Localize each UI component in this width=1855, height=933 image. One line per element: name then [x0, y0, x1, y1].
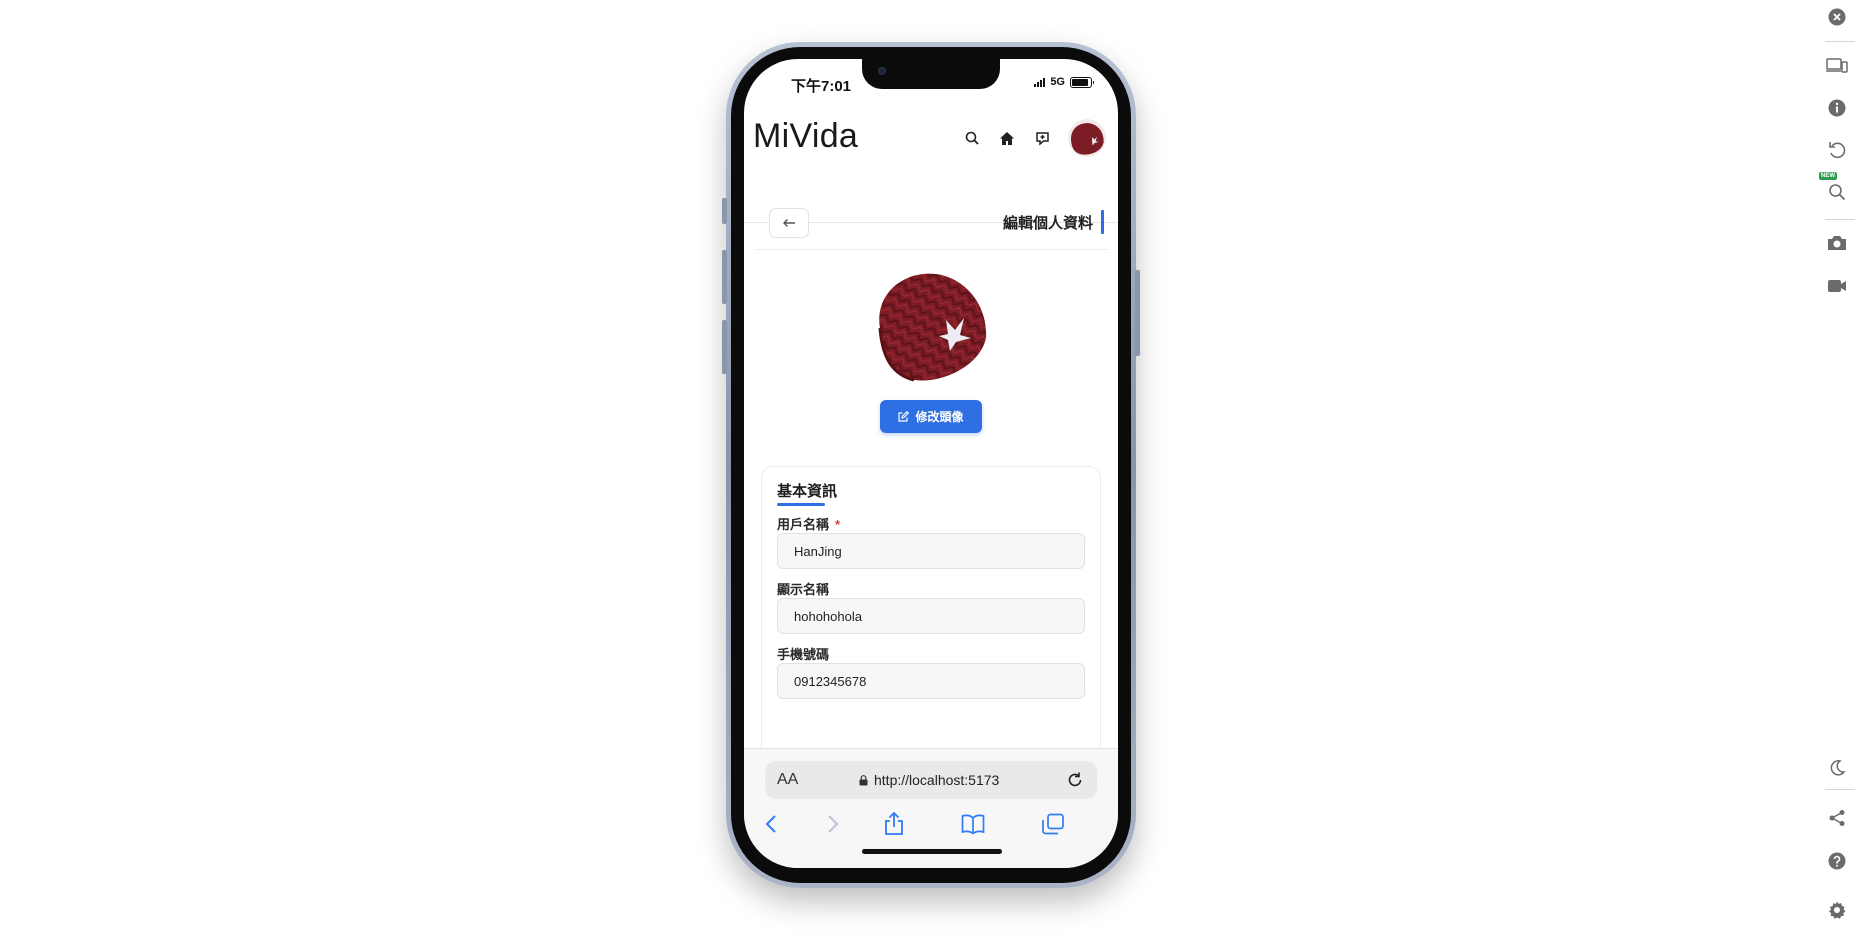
rail-divider [1825, 219, 1855, 220]
profile-avatar-image [868, 262, 994, 388]
username-label: 用戶名稱 * [777, 514, 840, 533]
display-name-label: 顯示名稱 [777, 582, 830, 597]
forward-nav-icon[interactable] [820, 811, 846, 837]
tool-rail: NEW [1815, 0, 1855, 933]
address-bar[interactable]: AA http://localhost:5173 [765, 761, 1097, 799]
aa-label: AA [777, 771, 799, 788]
devices-icon[interactable] [1825, 54, 1849, 78]
phone-label: 手機號碼 [777, 647, 830, 662]
new-badge: NEW [1819, 172, 1837, 180]
required-mark: * [835, 517, 841, 532]
url-display[interactable]: http://localhost:5173 [859, 772, 999, 788]
rail-divider [1825, 41, 1855, 42]
network-label: 5G [1050, 76, 1065, 88]
info-icon[interactable] [1825, 96, 1849, 120]
share-icon[interactable] [1825, 806, 1849, 830]
title-divider [754, 249, 1108, 250]
status-indicators: 5G [1034, 76, 1094, 88]
page-title: 編輯個人資料 [1002, 215, 1093, 232]
url-text: http://localhost:5173 [874, 772, 1000, 788]
rail-divider [1825, 789, 1855, 790]
phone-screen: 下午7:01 5G MiVida 編輯個人資料 修改頭像 基本資訊 用戶名稱 *… [744, 59, 1118, 868]
volume-up-button [722, 250, 727, 304]
rotate-icon[interactable] [1825, 138, 1849, 162]
search-icon[interactable] [963, 129, 981, 147]
username-input[interactable] [777, 533, 1085, 569]
username-label-text: 用戶名稱 [777, 517, 830, 532]
reload-icon[interactable] [1065, 770, 1085, 790]
front-camera [878, 67, 886, 75]
home-icon[interactable] [998, 129, 1016, 147]
back-nav-icon[interactable] [758, 811, 784, 837]
user-avatar[interactable] [1068, 119, 1106, 157]
video-icon[interactable] [1825, 274, 1849, 298]
display-name-input[interactable] [777, 598, 1085, 634]
zoom-icon[interactable]: NEW [1819, 172, 1849, 204]
basic-info-card: 基本資訊 用戶名稱 * 顯示名稱 手機號碼 [761, 466, 1101, 796]
change-avatar-label: 修改頭像 [915, 410, 964, 424]
volume-down-button [722, 320, 727, 374]
power-button [1135, 270, 1140, 356]
change-avatar-button[interactable]: 修改頭像 [880, 400, 982, 433]
section-underline [777, 503, 825, 506]
home-indicator [862, 849, 1002, 854]
section-title: 基本資訊 [777, 483, 838, 500]
brand-logo[interactable]: MiVida [753, 117, 858, 156]
camera-icon[interactable] [1825, 231, 1849, 255]
mute-switch [722, 198, 727, 224]
back-button[interactable] [769, 208, 809, 238]
help-icon[interactable] [1825, 849, 1849, 873]
status-time: 下午7:01 [791, 78, 852, 95]
close-icon[interactable] [1825, 5, 1849, 29]
share-sheet-icon[interactable] [881, 811, 907, 837]
bookmarks-icon[interactable] [960, 811, 986, 837]
add-post-icon[interactable] [1033, 129, 1051, 147]
notch [862, 59, 1000, 89]
phone-input[interactable] [777, 663, 1085, 699]
edit-icon [898, 411, 910, 422]
browser-toolbar [744, 807, 1118, 839]
battery-level [1072, 78, 1089, 86]
settings-icon[interactable] [1825, 898, 1849, 922]
lock-icon [859, 774, 868, 785]
reader-settings-button[interactable]: AA [777, 771, 798, 789]
arrow-left-icon [783, 219, 795, 227]
signal-icon [1034, 77, 1046, 87]
battery-icon [1070, 76, 1094, 88]
tabs-icon[interactable] [1040, 811, 1066, 837]
moon-icon[interactable] [1825, 756, 1849, 780]
browser-bottom-bar: AA http://localhost:5173 [744, 748, 1118, 868]
header-actions [963, 119, 1106, 157]
title-accent-bar [1101, 210, 1104, 234]
